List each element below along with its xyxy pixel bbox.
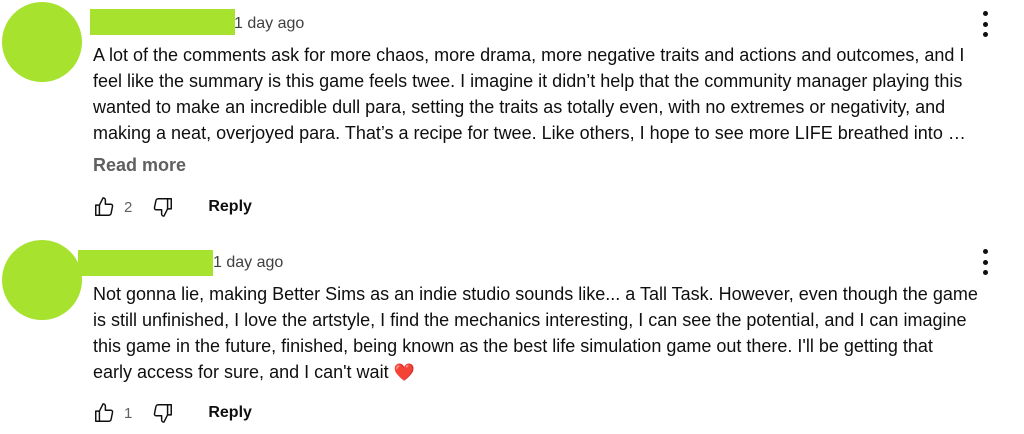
comment-actions: 1 Reply bbox=[93, 398, 252, 428]
comment-text-line: early access for sure, and I can't wait … bbox=[93, 359, 1013, 386]
thumbs-up-icon bbox=[93, 196, 115, 218]
more-options-button[interactable] bbox=[981, 249, 989, 275]
reply-button[interactable]: Reply bbox=[208, 198, 252, 216]
comment-1: 1 day ago A lot of the comments ask for … bbox=[0, 0, 1024, 230]
author-name-redacted[interactable] bbox=[90, 9, 235, 35]
comment-timestamp[interactable]: 1 day ago bbox=[234, 14, 304, 34]
dislike-button[interactable] bbox=[152, 402, 174, 424]
avatar[interactable] bbox=[2, 2, 82, 82]
comment-text-line: feel like the summary is this game feels… bbox=[93, 71, 963, 91]
comment-2: 1 day ago Not gonna lie, making Better S… bbox=[0, 230, 1024, 434]
author-name-redacted[interactable] bbox=[78, 250, 213, 276]
comment-actions: 2 Reply bbox=[93, 192, 252, 222]
more-options-button[interactable] bbox=[981, 11, 989, 37]
like-button[interactable]: 1 bbox=[93, 402, 132, 424]
reply-button[interactable]: Reply bbox=[208, 404, 252, 422]
more-vertical-icon bbox=[982, 11, 988, 16]
comment-text: Not gonna lie, making Better Sims as an … bbox=[93, 281, 1013, 386]
heart-emoji: ❤️ bbox=[393, 363, 415, 382]
like-button[interactable]: 2 bbox=[93, 196, 132, 218]
comment-text-fragment: early access for sure, and I can't wait bbox=[93, 362, 389, 382]
thumbs-down-icon bbox=[152, 196, 174, 218]
comment-text-line: A lot of the comments ask for more chaos… bbox=[93, 45, 965, 65]
thumbs-up-icon bbox=[93, 402, 115, 424]
comment-text-line: wanted to make an incredible dull para, … bbox=[93, 97, 946, 117]
like-count: 2 bbox=[124, 198, 133, 216]
comment-text: A lot of the comments ask for more chaos… bbox=[93, 42, 1013, 146]
comment-text-line: Not gonna lie, making Better Sims as an … bbox=[93, 284, 978, 304]
avatar[interactable] bbox=[2, 240, 82, 320]
dislike-button[interactable] bbox=[152, 196, 174, 218]
like-count: 1 bbox=[124, 404, 133, 422]
thumbs-down-icon bbox=[152, 402, 174, 424]
comment-timestamp[interactable]: 1 day ago bbox=[213, 253, 283, 273]
read-more-link[interactable]: Read more bbox=[93, 155, 186, 176]
more-vertical-icon bbox=[982, 249, 988, 254]
comment-text-line: this game in the future, finished, being… bbox=[93, 336, 933, 356]
comment-text-line: is still unfinished, I love the artstyle… bbox=[93, 310, 967, 330]
comment-text-line: making a neat, overjoyed para. That’s a … bbox=[93, 123, 966, 143]
